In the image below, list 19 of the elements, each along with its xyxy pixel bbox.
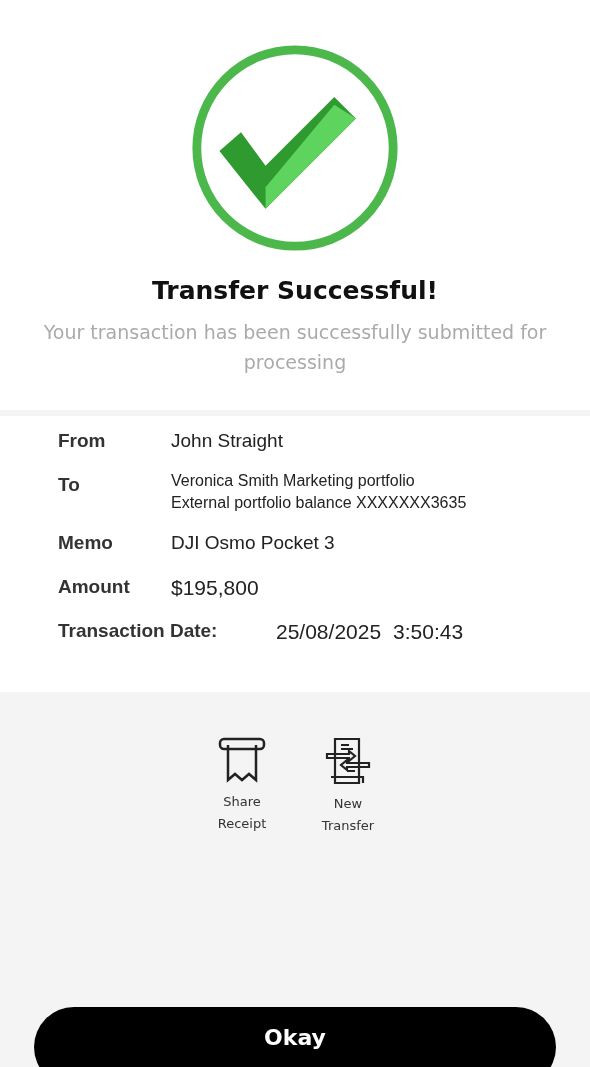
detail-label: From [58,429,107,452]
document-arrows-icon [325,737,371,785]
action-button[interactable]: Share Receipt [209,737,275,837]
success-title: Transfer Successful! [152,276,438,305]
okay-button[interactable]: Okay [34,1007,556,1067]
receipt-icon [218,737,266,783]
detail-value: External portfolio balance XXXXXXX3635 [171,493,467,512]
date-value: 25/08/2025 [276,619,382,644]
detail-label: To [58,473,81,496]
detail-label: Amount [58,575,131,598]
detail-label: Memo [58,531,114,554]
detail-value: Veronica Smith Marketing portfolio [171,471,416,490]
detail-value: DJI Osmo Pocket 3 [171,531,335,554]
detail-value: $195,800 [171,575,259,600]
success-message: Your transaction has been successfully submitted for processing [42,320,548,375]
time-value: 3:50:43 [393,619,464,644]
action-button[interactable]: New Transfer [315,737,381,837]
detail-value: John Straight [171,429,283,452]
detail-label: Transaction Date: [58,619,219,642]
